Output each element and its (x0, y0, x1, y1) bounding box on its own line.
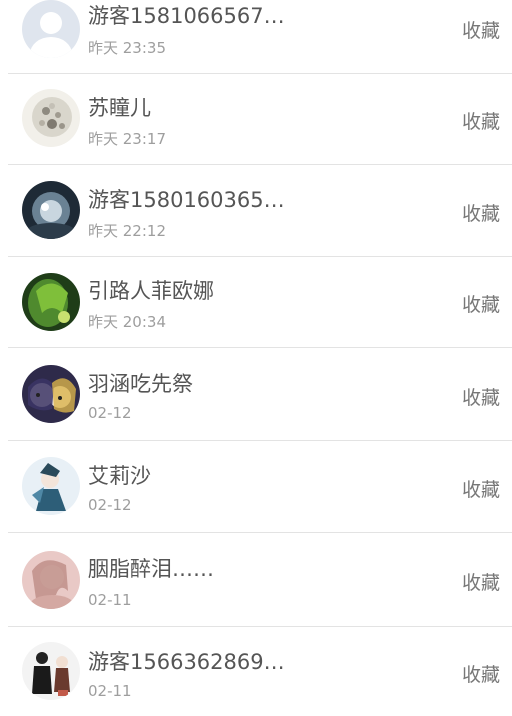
list-item[interactable]: 游客1580160365… 昨天 22:12 收藏 (0, 165, 512, 257)
timestamp: 02-11 (88, 591, 132, 609)
user-name: 胭脂醉泪…… (88, 557, 214, 581)
timestamp: 昨天 20:34 (88, 313, 166, 331)
list-item[interactable]: 艾莉沙 02-12 收藏 (0, 441, 512, 533)
collect-button[interactable]: 收藏 (462, 383, 500, 410)
user-name: 艾莉沙 (88, 464, 151, 488)
user-list: 游客1581066567… 昨天 23:35 收藏 苏瞳儿 昨天 23:17 收… (0, 0, 512, 716)
avatar[interactable] (22, 273, 80, 331)
avatar[interactable] (22, 551, 80, 609)
collect-button[interactable]: 收藏 (462, 16, 500, 43)
avatar[interactable] (22, 89, 80, 147)
list-item[interactable]: 游客1581066567… 昨天 23:35 收藏 (0, 0, 512, 74)
avatar[interactable] (22, 0, 80, 58)
user-name: 游客1580160365… (88, 188, 285, 212)
avatar[interactable] (22, 365, 80, 423)
collect-button[interactable]: 收藏 (462, 475, 500, 502)
timestamp: 02-12 (88, 496, 132, 514)
user-name: 羽涵吃先祭 (88, 372, 193, 396)
avatar[interactable] (22, 642, 80, 700)
user-silhouette-icon (22, 0, 80, 58)
list-item[interactable]: 羽涵吃先祭 02-12 收藏 (0, 348, 512, 441)
user-name: 游客1566362869… (88, 650, 285, 674)
collect-button[interactable]: 收藏 (462, 199, 500, 226)
user-name: 引路人菲欧娜 (88, 279, 214, 303)
user-name: 游客1581066567… (88, 4, 285, 28)
timestamp: 昨天 23:35 (88, 39, 166, 57)
avatar[interactable] (22, 457, 80, 515)
timestamp: 02-11 (88, 682, 132, 700)
list-item[interactable]: 引路人菲欧娜 昨天 20:34 收藏 (0, 257, 512, 348)
timestamp: 昨天 22:12 (88, 222, 166, 240)
collect-button[interactable]: 收藏 (462, 660, 500, 687)
collect-button[interactable]: 收藏 (462, 568, 500, 595)
collect-button[interactable]: 收藏 (462, 107, 500, 134)
timestamp: 02-12 (88, 404, 132, 422)
list-item[interactable]: 游客1566362869… 02-11 收藏 (0, 627, 512, 716)
timestamp: 昨天 23:17 (88, 130, 166, 148)
list-item[interactable]: 苏瞳儿 昨天 23:17 收藏 (0, 74, 512, 165)
list-item[interactable]: 胭脂醉泪…… 02-11 收藏 (0, 533, 512, 627)
user-name: 苏瞳儿 (88, 96, 151, 120)
collect-button[interactable]: 收藏 (462, 290, 500, 317)
avatar[interactable] (22, 181, 80, 239)
